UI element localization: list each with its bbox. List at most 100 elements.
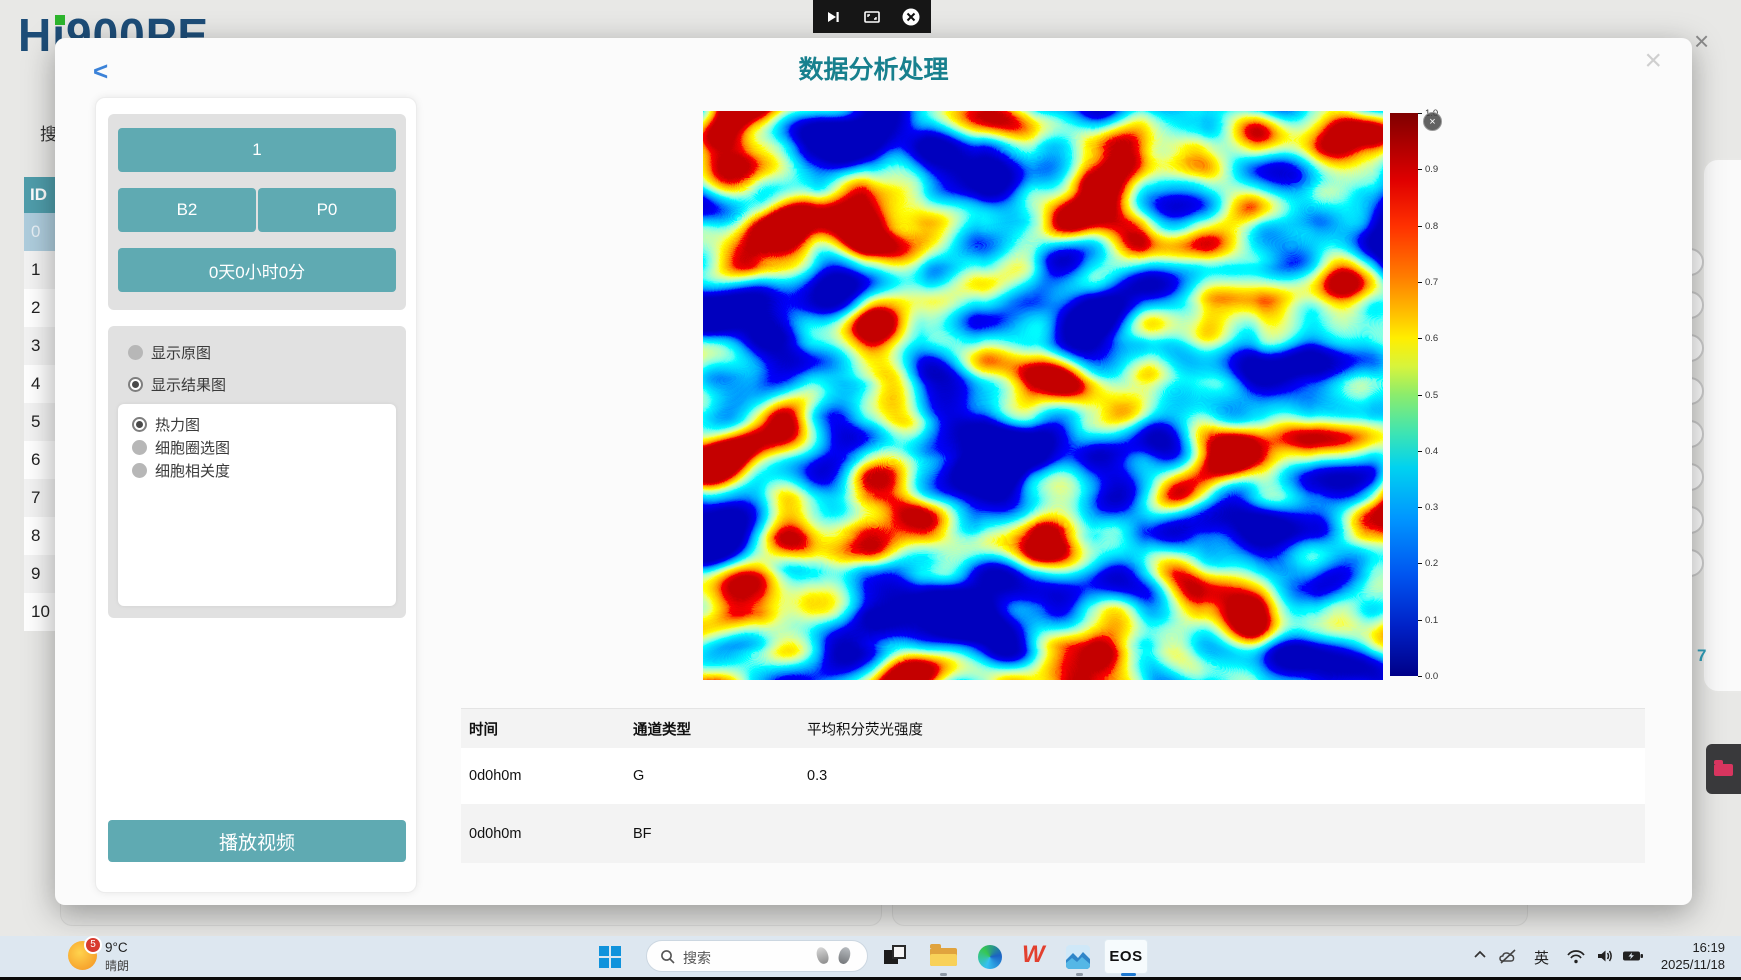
modal-close-icon[interactable]: × <box>1644 44 1662 78</box>
active-app-indicator <box>1121 973 1136 976</box>
colorbar-tick <box>1418 507 1422 508</box>
clock[interactable]: 16:19 2025/11/18 <box>1661 939 1725 973</box>
radio-cell-outline[interactable]: 细胞圈选图 <box>132 437 230 458</box>
bg-right-panel <box>1702 158 1741 693</box>
tray-time: 16:19 <box>1661 939 1725 956</box>
ime-language-indicator[interactable]: 英 <box>1534 947 1549 968</box>
time-button[interactable]: 0天0小时0分 <box>118 248 396 292</box>
data-analysis-modal: < 数据分析处理 × 1 B2 P0 0天0小时0分 显示原图 显示结果图 热力… <box>55 38 1692 905</box>
wps-office-icon[interactable]: W <box>1022 941 1048 965</box>
result-table: 时间 通道类型 平均积分荧光强度 0d0h0m G 0.3 0d0h0m BF <box>461 708 1645 863</box>
col-time: 时间 <box>469 718 498 739</box>
colorbar-tick-label: 0.7 <box>1425 277 1438 288</box>
colorbar-tick <box>1418 226 1422 227</box>
row-b2-button[interactable]: B2 <box>118 188 256 232</box>
onedrive-offline-icon[interactable] <box>1498 948 1520 970</box>
weather-badge: 5 <box>84 936 102 954</box>
modal-title: 数据分析处理 <box>55 50 1692 86</box>
colorbar-tick-label: 0.5 <box>1425 390 1438 401</box>
windows-taskbar: 5 9°C 晴朗 搜索 W EOS 英 16:19 2 <box>0 936 1741 977</box>
radio-cell-correlation[interactable]: 细胞相关度 <box>132 460 230 481</box>
selection-panel: 1 B2 P0 0天0小时0分 <box>108 114 406 310</box>
tray-date: 2025/11/18 <box>1661 956 1725 973</box>
result-table-cell: 0.3 <box>807 768 827 784</box>
col-intensity: 平均积分荧光强度 <box>807 718 923 739</box>
heatmap-image <box>703 111 1383 680</box>
wifi-icon[interactable] <box>1566 948 1586 969</box>
search-highlight-image <box>837 946 852 965</box>
position-p0-button[interactable]: P0 <box>258 188 396 232</box>
bg-right-number: 7 <box>1697 646 1706 666</box>
colorbar-tick-label: 0.9 <box>1425 164 1438 175</box>
radio-show-result[interactable]: 显示结果图 <box>128 374 226 395</box>
weather-temperature[interactable]: 9°C <box>105 940 128 955</box>
volume-icon[interactable] <box>1596 948 1616 969</box>
colorbar-tick <box>1418 169 1422 170</box>
colorbar-tick <box>1418 395 1422 396</box>
result-table-cell: BF <box>633 826 652 842</box>
tray-chevron-icon[interactable] <box>1472 948 1488 967</box>
file-explorer-icon[interactable] <box>930 945 957 969</box>
result-table-cell: 0d0h0m <box>469 768 521 784</box>
colorbar-tick <box>1418 563 1422 564</box>
task-view-icon[interactable] <box>884 945 910 969</box>
colorbar-tick-label: 0.8 <box>1425 221 1438 232</box>
colorbar-tick <box>1418 282 1422 283</box>
capture-skip-icon[interactable] <box>822 6 844 28</box>
colorbar-tick-label: 0.1 <box>1425 615 1438 626</box>
radio-unselected-icon <box>132 463 147 478</box>
running-indicator <box>1076 973 1083 976</box>
colorbar-tick <box>1418 338 1422 339</box>
result-table-cell: G <box>633 768 644 784</box>
radio-selected-icon <box>132 417 147 432</box>
result-table-row[interactable]: 0d0h0m BF <box>461 804 1645 863</box>
start-button[interactable] <box>599 946 621 968</box>
radio-heatmap[interactable]: 热力图 <box>132 414 200 435</box>
search-highlight-image <box>815 946 831 966</box>
radio-label: 热力图 <box>155 414 200 435</box>
battery-icon[interactable] <box>1622 948 1646 969</box>
colorbar-tick-label: 0.3 <box>1425 502 1438 513</box>
bg-window-close-icon[interactable]: × <box>1694 26 1709 57</box>
search-input[interactable]: 搜索 <box>646 940 868 972</box>
radio-label: 细胞相关度 <box>155 460 230 481</box>
photos-app-icon[interactable] <box>1066 945 1090 969</box>
pink-folder-icon <box>1714 764 1733 776</box>
screen-capture-toolbar <box>813 0 931 33</box>
analysis-sidebar: 1 B2 P0 0天0小时0分 显示原图 显示结果图 热力图 细胞圈 <box>95 97 417 893</box>
weather-condition[interactable]: 晴朗 <box>105 957 129 974</box>
colorbar-tick <box>1418 451 1422 452</box>
search-icon <box>660 949 676 970</box>
radio-label: 细胞圈选图 <box>155 437 230 458</box>
display-options-panel: 显示原图 显示结果图 热力图 细胞圈选图 细胞相关度 <box>108 326 406 618</box>
result-type-box: 热力图 细胞圈选图 细胞相关度 <box>118 404 396 606</box>
result-table-cell: 0d0h0m <box>469 826 521 842</box>
play-video-button[interactable]: 播放视频 <box>108 820 406 862</box>
result-table-row[interactable]: 0d0h0m G 0.3 <box>461 748 1645 804</box>
floating-folder-shortcut[interactable] <box>1706 744 1741 794</box>
colorbar-tick-label: 0.0 <box>1425 671 1438 682</box>
colorbar-tick <box>1418 113 1422 114</box>
colorbar-tick-label: 0.4 <box>1425 446 1438 457</box>
radio-unselected-icon <box>128 345 143 360</box>
capture-close-icon[interactable] <box>900 6 922 28</box>
radio-label: 显示原图 <box>151 342 211 363</box>
running-indicator <box>940 973 947 976</box>
result-table-header: 时间 通道类型 平均积分荧光强度 <box>461 709 1645 748</box>
eos-app-icon[interactable]: EOS <box>1104 939 1148 974</box>
heatmap-colorbar: 1.00.90.80.70.60.50.40.30.20.10.0 × <box>1390 110 1452 695</box>
colorbar-tick-label: 0.6 <box>1425 333 1438 344</box>
logo-green-dot <box>55 15 65 25</box>
search-placeholder: 搜索 <box>683 948 711 968</box>
colorbar-gradient <box>1390 113 1418 676</box>
radio-selected-icon <box>128 377 143 392</box>
col-channel: 通道类型 <box>633 718 691 739</box>
well-button[interactable]: 1 <box>118 128 396 172</box>
edge-browser-icon[interactable] <box>978 945 1002 969</box>
colorbar-tick <box>1418 620 1422 621</box>
colorbar-tick-label: 0.2 <box>1425 558 1438 569</box>
colorbar-tick <box>1418 676 1422 677</box>
colorbar-close-icon[interactable]: × <box>1423 112 1442 131</box>
capture-resize-icon[interactable] <box>861 6 883 28</box>
radio-show-original[interactable]: 显示原图 <box>128 342 211 363</box>
